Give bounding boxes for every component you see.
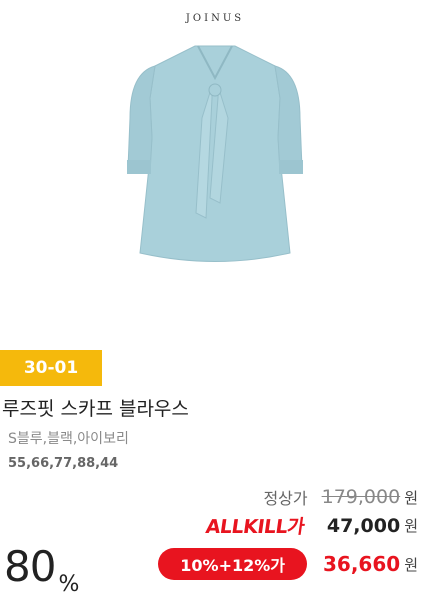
- regular-price-label: 정상가: [263, 489, 308, 508]
- allkill-price-row: ALLKILL가 47,000 원: [204, 512, 418, 539]
- currency-unit: 원: [404, 555, 418, 574]
- product-title[interactable]: 루즈핏 스카프 블라우스: [2, 394, 189, 421]
- brand-logo: JOINUS: [185, 13, 245, 24]
- blouse-photo: [127, 45, 303, 262]
- discount-percent-sign: %: [58, 572, 80, 597]
- allkill-logo: ALLKILL가: [204, 516, 307, 538]
- discount-rate: 80 %: [4, 542, 79, 597]
- product-sizes: 55,66,77,88,44: [8, 456, 119, 471]
- blouse-right-sleeve: [274, 65, 303, 174]
- regular-price: 179,000: [321, 486, 401, 508]
- product-image[interactable]: JOINUS: [0, 0, 430, 345]
- currency-unit: 원: [404, 488, 418, 507]
- blouse-right-cuff: [279, 160, 303, 174]
- allkill-price: 47,000: [326, 514, 401, 537]
- product-code-badge: 30-01: [0, 350, 102, 386]
- final-price: 36,660: [323, 552, 401, 576]
- discount-number: 80: [4, 542, 56, 591]
- blouse-left-cuff: [127, 160, 151, 174]
- product-colors: S블루,블랙,아이보리: [8, 431, 129, 447]
- blouse-scarf-knot: [208, 83, 222, 97]
- final-price-row: 10%+12%가 36,660 원: [158, 548, 418, 580]
- blouse-left-sleeve: [127, 65, 156, 174]
- regular-price-row: 정상가 179,000 원: [263, 485, 418, 509]
- currency-unit: 원: [404, 517, 418, 535]
- coupon-badge[interactable]: 10%+12%가: [158, 548, 307, 580]
